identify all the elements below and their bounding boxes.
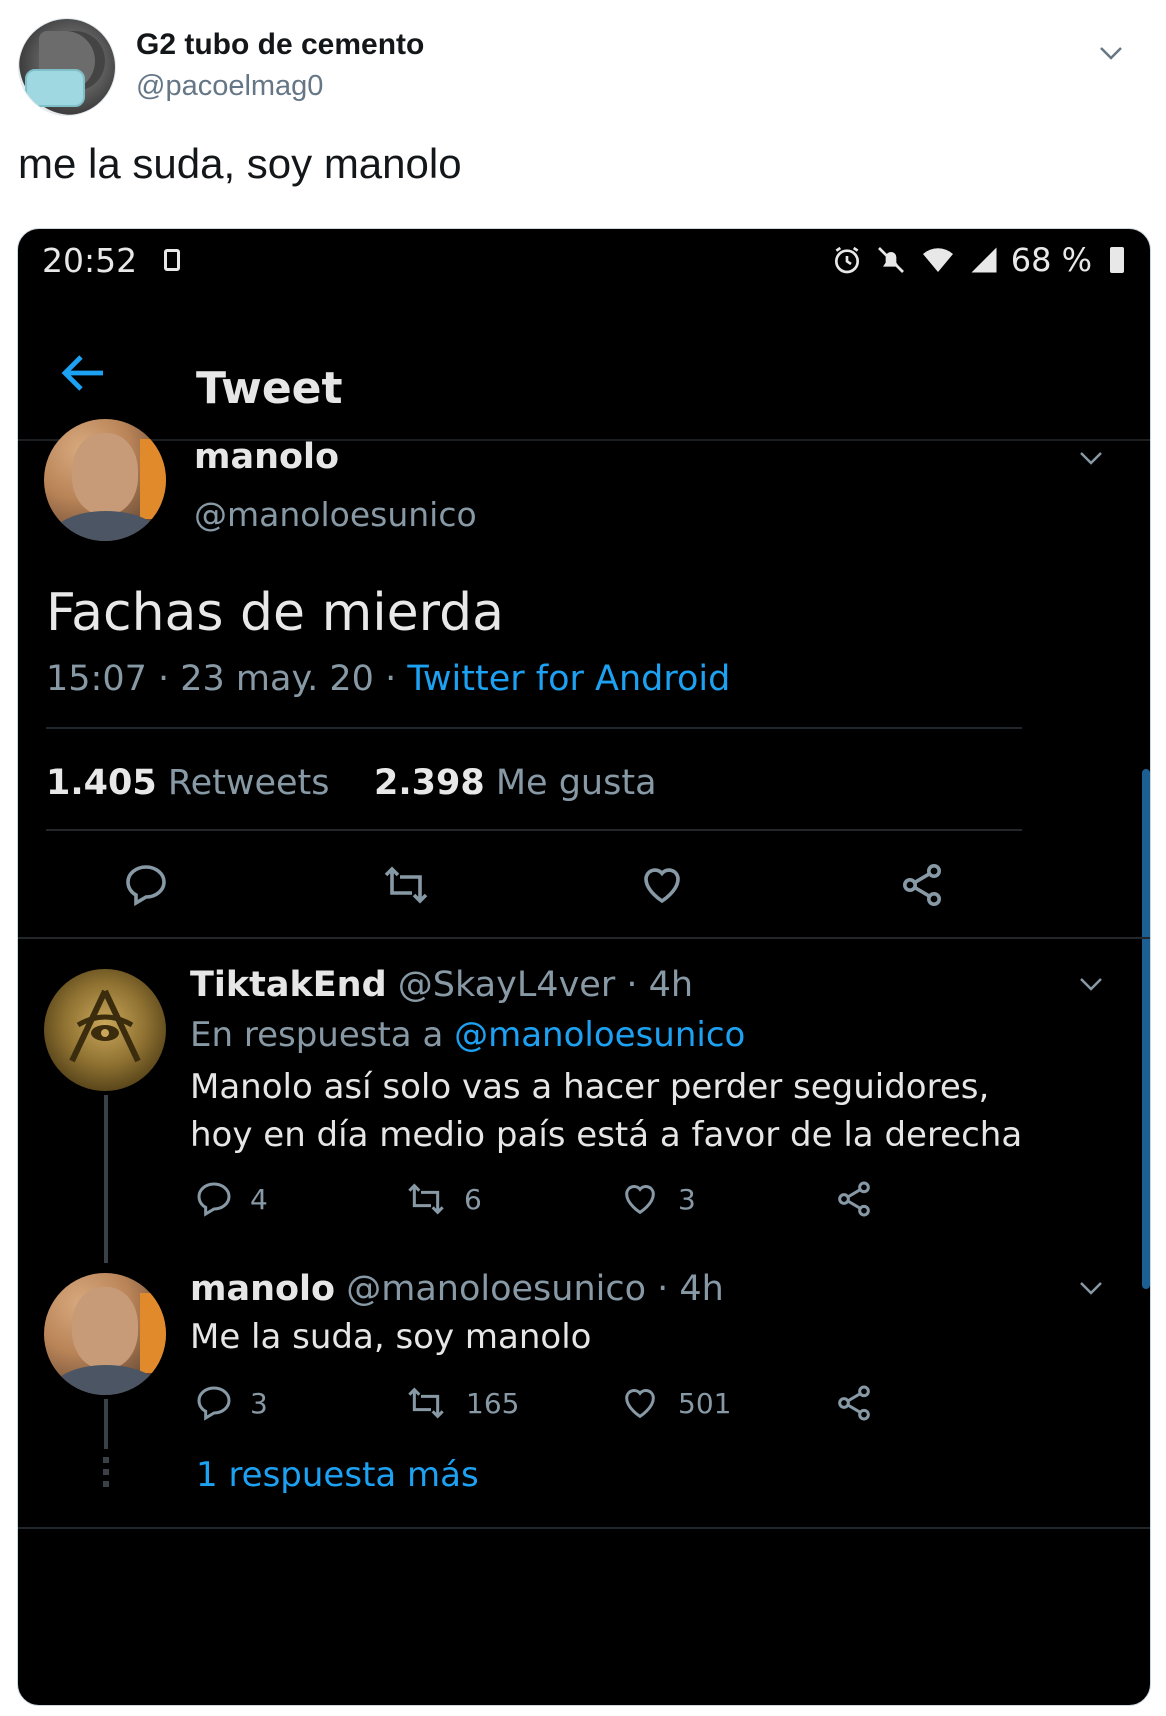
tweet-source-link[interactable]: Twitter for Android (407, 659, 730, 699)
reply-header[interactable]: TiktakEnd @SkayL4ver · 4h (190, 965, 693, 1005)
wifi-icon (922, 248, 953, 272)
sim-icon (164, 249, 180, 271)
retweets-stat[interactable]: 1.405 Retweets (46, 763, 330, 803)
chevron-down-icon[interactable] (1076, 969, 1106, 1003)
tweet-text: Fachas de mierda (46, 583, 504, 643)
arrow-left-icon[interactable] (58, 353, 108, 393)
tweet-timestamp: 15:07 · 23 may. 20 · (46, 659, 408, 699)
heart-icon[interactable] (620, 1179, 660, 1223)
reply-text: Me la suda, soy manolo (190, 1317, 592, 1357)
author-meta: @manoloesunico · 4h (335, 1269, 724, 1309)
reply-context: En respuesta a @manoloesunico (190, 1015, 746, 1055)
author-meta: @SkayL4ver · 4h (386, 965, 694, 1005)
outer-tweet-header: G2 tubo de cemento @pacoelmag0 (18, 18, 1148, 118)
comment-icon[interactable] (194, 1383, 234, 1427)
share-icon[interactable] (834, 1179, 874, 1223)
tweet-text: me la suda, soy manolo (18, 140, 462, 187)
thread-line (104, 1399, 108, 1449)
divider (46, 727, 1022, 729)
likes-stat[interactable]: 2.398 Me gusta (374, 763, 657, 803)
signal-icon (971, 247, 997, 273)
author-name[interactable]: manolo (194, 437, 339, 477)
avatar[interactable] (44, 419, 166, 541)
retweet-count: 6 (464, 1183, 482, 1216)
heart-icon[interactable] (638, 861, 686, 913)
battery-level: 68 % (1010, 241, 1092, 279)
avatar[interactable] (18, 18, 116, 116)
mute-bell-icon (877, 247, 904, 273)
status-bar: 20:52 68 % (18, 229, 1150, 289)
avatar[interactable] (44, 969, 166, 1091)
divider (18, 1527, 1150, 1529)
like-count: 501 (678, 1387, 732, 1420)
retweet-icon[interactable] (404, 1383, 448, 1427)
show-more-replies-link[interactable]: 1 respuesta más (196, 1455, 479, 1495)
avatar[interactable] (44, 1273, 166, 1395)
retweet-icon[interactable] (380, 861, 432, 913)
comment-icon[interactable] (122, 861, 170, 913)
author-name[interactable]: TiktakEnd (190, 965, 387, 1005)
alarm-icon (834, 246, 859, 274)
share-icon[interactable] (834, 1383, 874, 1427)
chevron-down-icon[interactable] (1096, 38, 1126, 68)
comment-icon[interactable] (194, 1179, 234, 1223)
embedded-screenshot[interactable]: 20:52 68 % Tweet manolo @manoloesunico F… (17, 228, 1151, 1706)
author-name[interactable]: manolo (190, 1269, 335, 1309)
reply-count: 3 (250, 1387, 268, 1420)
author-handle[interactable]: @manoloesunico (194, 495, 477, 534)
retweet-icon[interactable] (404, 1179, 448, 1223)
thread-dots (103, 1457, 109, 1491)
like-count: 3 (678, 1183, 696, 1216)
chevron-down-icon[interactable] (1076, 443, 1106, 477)
scrollbar[interactable] (1142, 769, 1150, 1289)
reply-count: 4 (250, 1183, 268, 1216)
page-title: Tweet (196, 363, 343, 414)
divider (18, 937, 1150, 939)
reply-text: Manolo así solo vas a hacer perder segui… (190, 1067, 1023, 1155)
heart-icon[interactable] (620, 1383, 660, 1427)
mention-link[interactable]: @manoloesunico (454, 1015, 745, 1055)
reply-header[interactable]: manolo @manoloesunico · 4h (190, 1269, 724, 1309)
tweet-stats: 1.405 Retweets 2.398 Me gusta (46, 763, 657, 803)
chevron-down-icon[interactable] (1076, 1273, 1106, 1307)
share-icon[interactable] (898, 861, 946, 913)
divider (46, 829, 1022, 831)
thread-line (104, 1095, 108, 1263)
status-time: 20:52 (42, 241, 138, 280)
battery-icon (1110, 247, 1124, 273)
author-name[interactable]: G2 tubo de cemento (136, 28, 424, 62)
author-handle[interactable]: @pacoelmag0 (136, 70, 323, 103)
retweet-count: 165 (466, 1387, 520, 1420)
tweet-meta: 15:07 · 23 may. 20 · Twitter for Android (46, 659, 730, 699)
app-top-bar: Tweet (18, 289, 1150, 441)
